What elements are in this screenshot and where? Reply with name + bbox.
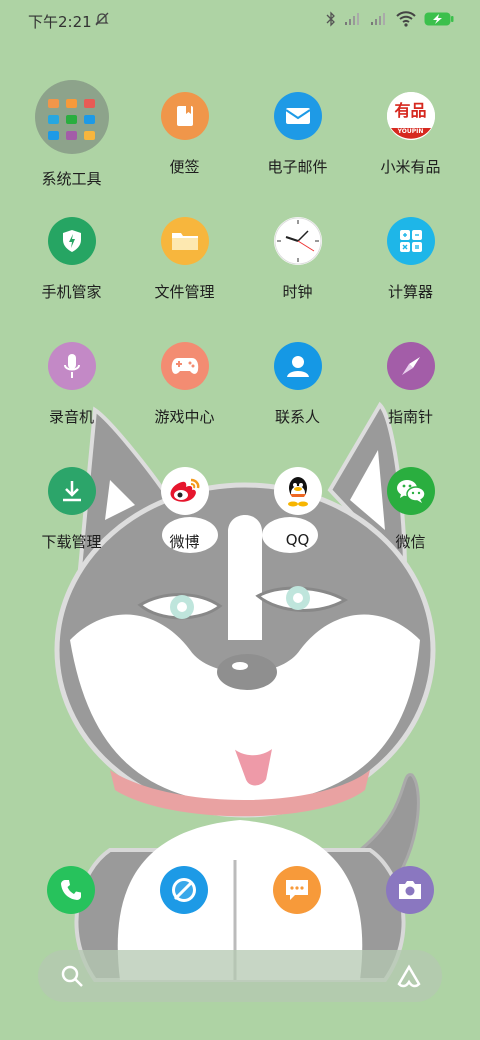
- wechat-icon: [386, 467, 435, 515]
- app-file-manager[interactable]: 文件管理: [128, 205, 241, 302]
- phone-icon[interactable]: [47, 866, 95, 914]
- download-icon: [47, 467, 96, 515]
- page-dot: [253, 825, 260, 832]
- app-label: 指南针: [387, 408, 433, 426]
- status-time: 下午2:21: [28, 13, 92, 31]
- app-label: 游戏中心: [154, 408, 215, 426]
- folder-file-icon: [160, 217, 209, 265]
- app-label: 便签: [169, 158, 200, 176]
- messages-icon[interactable]: [273, 866, 321, 914]
- qq-penguin-icon: [273, 467, 322, 515]
- youpin-logo-text: 有品: [394, 101, 427, 120]
- app-security[interactable]: 手机管家: [15, 205, 128, 302]
- page-dot: [268, 825, 275, 832]
- mail-icon: [273, 92, 322, 140]
- search-bar[interactable]: [38, 950, 442, 1002]
- app-label: 下载管理: [41, 533, 102, 551]
- signal-icon: [371, 13, 385, 25]
- app-label: 联系人: [274, 408, 320, 426]
- app-email[interactable]: 电子邮件: [241, 80, 354, 177]
- app-contacts[interactable]: 联系人: [241, 330, 354, 427]
- app-notes[interactable]: 便签: [128, 80, 241, 177]
- app-label: 微信: [395, 533, 426, 551]
- app-label: 手机管家: [41, 283, 102, 301]
- app-calculator[interactable]: 计算器: [354, 205, 467, 302]
- notes-icon: [160, 92, 209, 140]
- browser-icon[interactable]: [160, 866, 208, 914]
- app-label: QQ: [285, 531, 310, 549]
- signal-icon: [345, 13, 359, 25]
- battery-charging-icon: [424, 12, 454, 26]
- app-youpin[interactable]: 有品 YOUPIN 小米有品: [354, 80, 467, 177]
- youpin-logo-sub: YOUPIN: [397, 128, 424, 135]
- page-dot: [222, 825, 229, 832]
- search-input[interactable]: [98, 960, 372, 994]
- app-qq[interactable]: QQ: [241, 455, 354, 549]
- weibo-icon: [160, 467, 209, 515]
- app-label: 文件管理: [154, 283, 215, 301]
- microphone-icon: [47, 342, 96, 390]
- app-recorder[interactable]: 录音机: [15, 330, 128, 427]
- app-label: 计算器: [387, 283, 433, 301]
- contact-icon: [273, 342, 322, 390]
- app-label: 电子邮件: [267, 158, 328, 176]
- app-label: 录音机: [48, 408, 94, 426]
- folder-icon: [34, 80, 109, 154]
- app-system-tools-folder[interactable]: 系统工具: [15, 80, 128, 189]
- compass-icon: [386, 342, 435, 390]
- app-game-center[interactable]: 游戏中心: [128, 330, 241, 427]
- wifi-icon: [396, 11, 416, 27]
- shield-icon: [47, 217, 96, 265]
- app-label: 微博: [169, 533, 200, 551]
- assistant-icon[interactable]: [396, 964, 422, 992]
- app-compass[interactable]: 指南针: [354, 330, 467, 427]
- app-label: 时钟: [282, 283, 313, 301]
- calculator-icon: [386, 217, 435, 265]
- mute-bell-icon: [94, 11, 110, 31]
- app-label: 小米有品: [380, 158, 441, 176]
- page-dot-current: [237, 825, 245, 832]
- app-label: 系统工具: [41, 170, 102, 188]
- app-downloads[interactable]: 下载管理: [15, 455, 128, 552]
- search-icon[interactable]: [60, 964, 84, 992]
- app-wechat[interactable]: 微信: [354, 455, 467, 552]
- youpin-icon: 有品 YOUPIN: [386, 92, 435, 140]
- page-indicator-menu-icon: [205, 825, 214, 832]
- app-weibo[interactable]: 微博: [128, 455, 241, 552]
- gamepad-icon: [160, 342, 209, 390]
- bluetooth-icon: [326, 11, 335, 27]
- camera-icon[interactable]: [386, 866, 434, 914]
- clock-icon: [273, 217, 322, 265]
- status-bar: 下午2:21: [0, 0, 480, 40]
- app-clock[interactable]: 时钟: [241, 205, 354, 302]
- page-indicator[interactable]: [0, 825, 480, 832]
